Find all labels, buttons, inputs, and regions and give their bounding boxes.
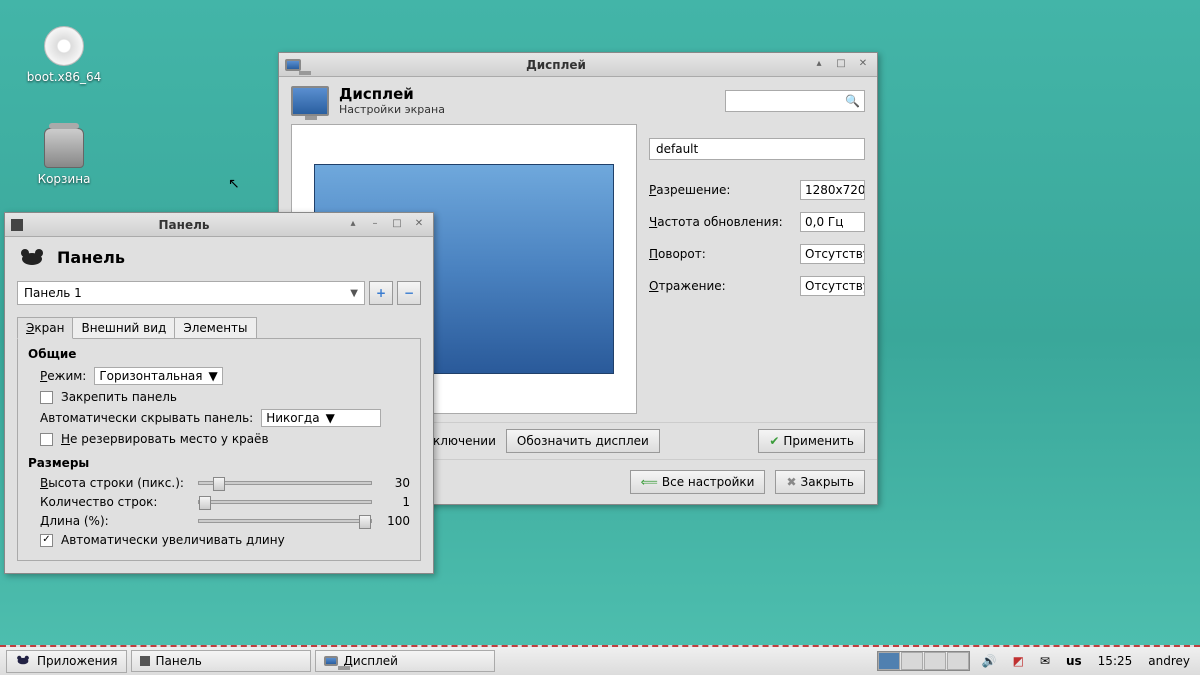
monitor-icon (285, 59, 301, 71)
rotation-label: Поворот: (649, 247, 706, 261)
minimize-button[interactable]: – (367, 218, 383, 232)
panel-icon (140, 656, 150, 666)
add-panel-button[interactable]: + (369, 281, 393, 305)
maximize-button[interactable]: □ (389, 218, 405, 232)
autohide-label: Автоматически скрывать панель: (40, 411, 253, 425)
monitor-icon (291, 86, 329, 116)
tab-screen[interactable]: Экран (17, 317, 73, 339)
rollup-button[interactable]: ▴ (345, 218, 361, 232)
length-label: Длина (%): (40, 514, 190, 528)
resolution-combo[interactable]: 1280x720 (800, 180, 865, 200)
autoincrease-checkbox[interactable]: ✓ (40, 534, 53, 547)
mail-icon[interactable]: ✉ (1036, 652, 1054, 670)
icon-label: boot.x86_64 (27, 70, 101, 84)
task-display[interactable]: Дисплей (315, 650, 495, 672)
keyboard-layout[interactable]: us (1062, 652, 1086, 670)
trash-icon (44, 128, 84, 168)
icon-label: Корзина (38, 172, 91, 186)
rowcount-label: Количество строк: (40, 495, 190, 509)
monitor-icon (324, 656, 338, 666)
page-title: Панель (57, 248, 125, 267)
cursor-icon: ↖ (228, 176, 240, 192)
clock[interactable]: 15:25 (1094, 652, 1137, 670)
tab-elements[interactable]: Элементы (174, 317, 256, 339)
settings-header: Дисплей Настройки экрана 🔍 (279, 77, 877, 124)
workspace-2[interactable] (901, 652, 923, 670)
rollup-button[interactable]: ▴ (811, 58, 827, 72)
identify-displays-button[interactable]: Обозначить дисплеи (506, 429, 660, 453)
lock-panel-label: Закрепить панель (61, 390, 177, 404)
volume-icon[interactable]: 🔊 (978, 652, 1001, 670)
chevron-down-icon: ▼ (209, 369, 218, 383)
rotation-combo[interactable]: Отсутствует (800, 244, 865, 264)
tab-content: Общие Режим: Горизонтальная ▼ Закрепить … (17, 338, 421, 561)
taskbar: Приложения Панель Дисплей 🔊 ◩ ✉ us 15:25… (0, 645, 1200, 675)
remove-panel-button[interactable]: − (397, 281, 421, 305)
panel-settings-window: Панель ▴ – □ ✕ Панель Панель 1 ▼ + − Экр… (4, 212, 434, 574)
workspace-3[interactable] (924, 652, 946, 670)
refresh-combo[interactable]: 0,0 Гц (800, 212, 865, 232)
mode-label: Режим: (40, 369, 86, 383)
tab-appearance[interactable]: Внешний вид (72, 317, 175, 339)
desktop-icon-boot[interactable]: boot.x86_64 (24, 26, 104, 84)
xfce-mouse-icon (17, 247, 47, 267)
window-title: Дисплей (307, 58, 805, 72)
selected-monitor-name[interactable]: default (649, 138, 865, 160)
checkmark-icon: ✔ (769, 434, 779, 448)
resolution-label: РРазрешение:азрешение: (649, 183, 730, 197)
no-reserve-label: Не резервировать место у краёв (61, 432, 269, 446)
all-settings-button[interactable]: ⟸ Все настройки (630, 470, 766, 494)
applications-menu[interactable]: Приложения (6, 650, 127, 673)
xfce-mouse-icon (15, 654, 31, 669)
back-icon: ⟸ (641, 475, 658, 489)
rowheight-label: Высота строки (пикс.): (40, 476, 190, 490)
titlebar[interactable]: Панель ▴ – □ ✕ (5, 213, 433, 237)
rowcount-slider[interactable] (198, 500, 372, 504)
system-tray: 🔊 ◩ ✉ us 15:25 andrey (877, 651, 1194, 671)
search-icon: 🔍 (845, 94, 860, 108)
close-button[interactable]: ✕ (855, 58, 871, 72)
chevron-down-icon: ▼ (350, 288, 358, 299)
refresh-label: Частота обновления: (649, 215, 783, 229)
disc-icon (44, 26, 84, 66)
workspace-pager[interactable] (877, 651, 970, 671)
autoincrease-label: Автоматически увеличивать длину (61, 533, 285, 547)
window-title: Панель (29, 218, 339, 232)
rowheight-value: 30 (380, 476, 410, 490)
no-reserve-checkbox[interactable] (40, 433, 53, 446)
close-button[interactable]: ✕ (411, 218, 427, 232)
search-input[interactable]: 🔍 (725, 90, 865, 112)
workspace-1[interactable] (878, 652, 900, 670)
mode-combo[interactable]: Горизонтальная ▼ (94, 367, 222, 385)
page-title: Дисплей (339, 85, 445, 103)
panel-select-combo[interactable]: Панель 1 ▼ (17, 281, 365, 305)
autohide-combo[interactable]: Никогда ▼ (261, 409, 381, 427)
user-menu[interactable]: andrey (1144, 652, 1194, 670)
workspace-4[interactable] (947, 652, 969, 670)
length-value: 100 (380, 514, 410, 528)
tab-bar: Экран Внешний вид Элементы (17, 317, 421, 339)
titlebar[interactable]: Дисплей ▴ □ ✕ (279, 53, 877, 77)
lock-panel-checkbox[interactable] (40, 391, 53, 404)
display-properties: default РРазрешение:азрешение: 1280x720 … (649, 138, 865, 414)
notification-icon[interactable]: ◩ (1009, 652, 1028, 670)
close-button[interactable]: ✖ Закрыть (775, 470, 865, 494)
task-panel[interactable]: Панель (131, 650, 311, 672)
panel-icon (11, 219, 23, 231)
chevron-down-icon: ▼ (326, 411, 335, 425)
rowheight-slider[interactable] (198, 481, 372, 485)
reflection-combo[interactable]: Отсутствует (800, 276, 865, 296)
length-slider[interactable] (198, 519, 372, 523)
maximize-button[interactable]: □ (833, 58, 849, 72)
close-icon: ✖ (786, 475, 796, 489)
desktop-icon-trash[interactable]: Корзина (24, 128, 104, 186)
page-subtitle: Настройки экрана (339, 103, 445, 116)
group-general: Общие (28, 347, 410, 361)
reflection-label: Отражение: (649, 279, 726, 293)
apply-button[interactable]: ✔ Применить (758, 429, 865, 453)
group-sizes: Размеры (28, 456, 410, 470)
rowcount-value: 1 (380, 495, 410, 509)
